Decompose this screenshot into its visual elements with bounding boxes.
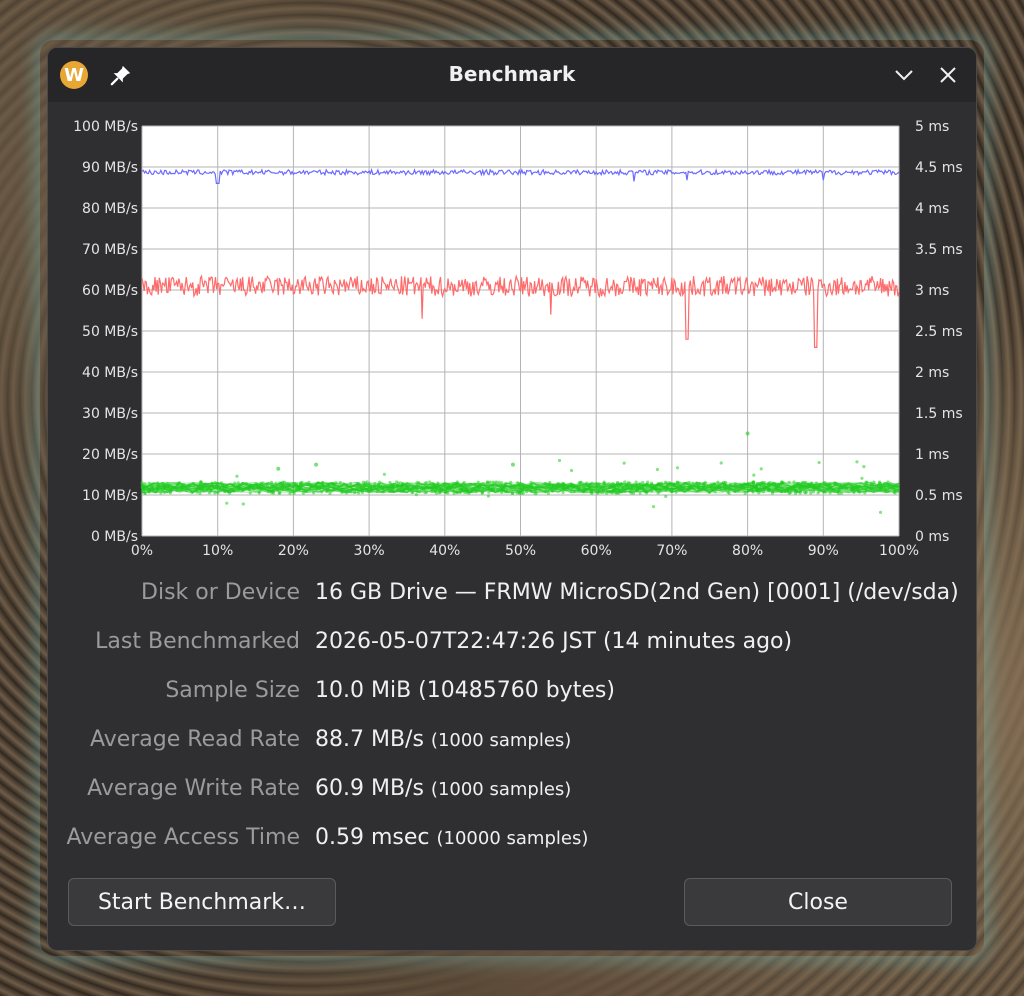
y-left-tick-label: 20 MB/s xyxy=(82,447,138,463)
access-time-outlier xyxy=(276,466,281,471)
y-right-tick-label: 4.5 ms xyxy=(915,160,963,176)
info-row-access-time: Average Access Time 0.59 msec (10000 sam… xyxy=(48,825,976,855)
access-time-point xyxy=(865,480,869,484)
access-time-point xyxy=(759,467,763,471)
info-label: Average Write Rate xyxy=(87,776,300,801)
titlebar[interactable]: W Benchmark xyxy=(48,48,976,102)
y-left-tick-label: 60 MB/s xyxy=(82,283,138,299)
x-tick-label: 90% xyxy=(808,543,839,558)
info-value: 88.7 MB/s (1000 samples) xyxy=(315,727,572,752)
close-icon[interactable] xyxy=(936,63,960,87)
info-value: 60.9 MB/s (1000 samples) xyxy=(315,776,572,801)
x-tick-label: 50% xyxy=(505,543,536,558)
start-benchmark-button[interactable]: Start Benchmark… xyxy=(68,878,336,926)
access-time-point xyxy=(817,460,821,465)
y-right-tick-label: 3.5 ms xyxy=(915,242,963,258)
y-right-tick-label: 4 ms xyxy=(915,201,949,217)
info-label: Sample Size xyxy=(165,678,300,703)
access-time-point xyxy=(862,465,866,469)
y-left-tick-label: 40 MB/s xyxy=(82,365,138,381)
info-value: 2026-05-07T22:47:26 JST (14 minutes ago) xyxy=(315,629,793,654)
access-time-point xyxy=(860,476,864,480)
x-tick-label: 20% xyxy=(278,543,309,558)
y-right-tick-label: 3 ms xyxy=(915,283,949,299)
access-time-point xyxy=(878,510,883,514)
y-right-tick-label: 1.5 ms xyxy=(915,406,963,422)
y-left-tick-label: 10 MB/s xyxy=(82,488,138,504)
access-time-outlier xyxy=(510,462,515,467)
info-row-sample-size: Sample Size 10.0 MiB (10485760 bytes) xyxy=(48,678,976,708)
access-time-point xyxy=(675,466,680,470)
info-label: Last Benchmarked xyxy=(95,629,300,654)
access-time-point xyxy=(622,461,626,465)
access-time-point xyxy=(225,501,229,505)
info-label: Average Access Time xyxy=(66,825,300,850)
y-right-tick-label: 1 ms xyxy=(915,447,949,463)
x-tick-label: 10% xyxy=(202,543,233,558)
access-time-point xyxy=(235,474,239,478)
access-time-point xyxy=(241,502,245,506)
chevron-down-icon[interactable] xyxy=(892,63,916,87)
x-tick-label: 0% xyxy=(131,543,153,558)
x-tick-label: 60% xyxy=(581,543,612,558)
access-time-outlier xyxy=(533,491,538,496)
info-value: 10.0 MiB (10485760 bytes) xyxy=(315,678,615,703)
x-tick-label: 40% xyxy=(429,543,460,558)
info-label: Average Read Rate xyxy=(89,727,300,752)
close-button[interactable]: Close xyxy=(684,878,952,926)
y-left-tick-label: 50 MB/s xyxy=(82,324,138,340)
access-time-point xyxy=(557,458,562,463)
x-tick-label: 30% xyxy=(354,543,385,558)
benchmark-chart: 0 MB/s 10 MB/s 20 MB/s 30 MB/s 40 MB/s 50 MB/… xyxy=(48,118,976,558)
access-time-point xyxy=(651,504,656,509)
access-time-point xyxy=(664,494,668,498)
access-time-point xyxy=(719,461,723,465)
access-time-point xyxy=(382,472,387,476)
y-right-tick-label: 2.5 ms xyxy=(915,324,963,340)
access-time-outlier xyxy=(314,462,319,467)
y-left-tick-label: 30 MB/s xyxy=(82,406,138,422)
access-time-point xyxy=(655,467,660,472)
y-right-tick-label: 2 ms xyxy=(915,365,949,381)
y-right-tick-label: 0.5 ms xyxy=(915,488,963,504)
benchmark-dialog: W Benchmark 0 MB/s 10 MB/s 20 MB/s 30 MB/s 4… xyxy=(47,47,977,951)
y-left-tick-label: 80 MB/s xyxy=(82,201,138,217)
info-row-write-rate: Average Write Rate 60.9 MB/s (1000 sampl… xyxy=(48,776,976,806)
info-row-last-benchmarked: Last Benchmarked 2026-05-07T22:47:26 JST… xyxy=(48,629,976,659)
x-tick-label: 70% xyxy=(656,543,687,558)
info-label: Disk or Device xyxy=(141,580,300,605)
x-tick-label: 100% xyxy=(879,543,919,558)
benchmark-chart-svg: 0 MB/s10 MB/s20 MB/s30 MB/s40 MB/s50 MB/… xyxy=(73,119,963,558)
info-value: 0.59 msec (10000 samples) xyxy=(315,825,589,850)
access-time-point xyxy=(855,460,859,464)
y-right-tick-label: 0 ms xyxy=(915,529,949,545)
y-left-tick-label: 100 MB/s xyxy=(73,119,138,135)
access-time-point xyxy=(414,493,418,497)
access-time-point xyxy=(752,473,756,477)
y-right-tick-label: 5 ms xyxy=(915,119,949,135)
access-time-outlier xyxy=(745,431,750,436)
info-row-read-rate: Average Read Rate 88.7 MB/s (1000 sample… xyxy=(48,727,976,757)
y-left-tick-label: 70 MB/s xyxy=(82,242,138,258)
access-time-point xyxy=(486,494,491,498)
info-value: 16 GB Drive — FRMW MicroSD(2nd Gen) [000… xyxy=(315,580,959,605)
x-tick-label: 80% xyxy=(732,543,763,558)
info-row-device: Disk or Device 16 GB Drive — FRMW MicroS… xyxy=(48,580,976,610)
y-left-tick-label: 90 MB/s xyxy=(82,160,138,176)
window-title: Benchmark xyxy=(448,62,576,86)
access-time-point xyxy=(569,468,574,473)
